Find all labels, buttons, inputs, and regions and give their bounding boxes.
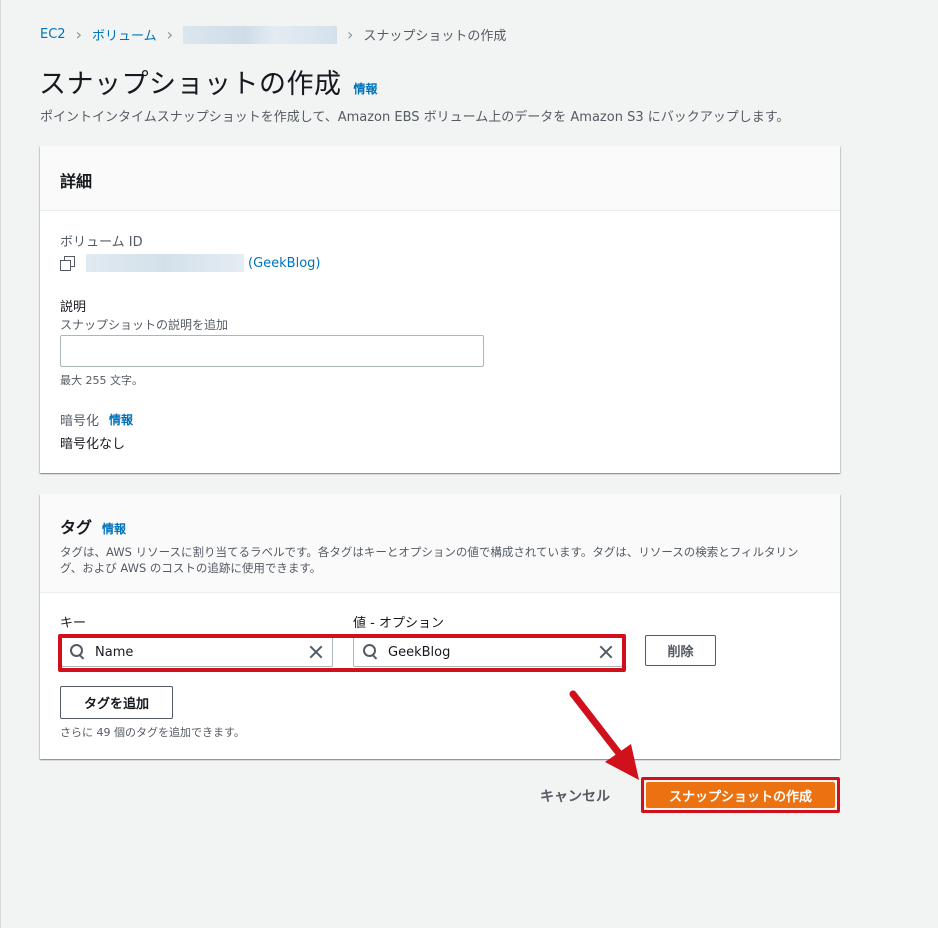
tags-title-row: タグ 情報 — [60, 514, 820, 538]
breadcrumb-ec2[interactable]: EC2 — [40, 27, 66, 42]
encryption-label: 暗号化 — [60, 414, 100, 429]
tags-panel-header: タグ 情報 タグは、AWS リソースに割り当てるラベルです。各タグはキーとオプシ… — [40, 494, 840, 593]
copy-icon[interactable] — [60, 256, 75, 271]
breadcrumb-volumes[interactable]: ボリューム — [92, 25, 157, 44]
volume-id-label: ボリューム ID — [60, 235, 143, 250]
add-tag-button[interactable]: タグを追加 — [60, 686, 173, 719]
page-header: スナップショットの作成 情報 — [39, 62, 378, 101]
create-button-highlight: スナップショットの作成 — [641, 777, 840, 813]
tags-description: タグは、AWS リソースに割り当てるラベルです。各タグはキーとオプションの値で構… — [60, 545, 799, 575]
chevron-right-icon: › — [166, 24, 173, 44]
tags-remaining-note: さらに 49 個のタグを追加できます。 — [60, 726, 245, 739]
breadcrumb: EC2 › ボリューム › › スナップショットの作成 — [40, 25, 506, 44]
volume-name-link[interactable]: (GeekBlog) — [248, 256, 320, 271]
description-label: 説明 — [60, 300, 87, 315]
details-panel: 詳細 ボリューム ID (GeekBlog) 説明 スナップショットの説明を追加… — [40, 146, 840, 473]
tags-title: タグ — [60, 518, 93, 537]
encryption-label-row: 暗号化 情報 — [60, 410, 133, 429]
tag-value-header: 値 - オプション — [353, 616, 444, 631]
details-panel-header: 詳細 — [40, 146, 840, 211]
tag-row-highlight — [58, 634, 626, 672]
annotation-arrow-icon — [569, 690, 639, 780]
encryption-info-link[interactable]: 情報 — [109, 411, 133, 428]
tags-info-link[interactable]: 情報 — [102, 520, 126, 537]
page-title: スナップショットの作成 — [39, 69, 342, 100]
encryption-value: 暗号化なし — [60, 437, 126, 452]
volume-id-redacted[interactable] — [86, 254, 244, 272]
tag-key-header: キー — [60, 616, 87, 631]
page-info-link[interactable]: 情報 — [354, 80, 378, 97]
description-limit: 最大 255 文字。 — [60, 374, 143, 387]
breadcrumb-current: スナップショットの作成 — [363, 29, 507, 44]
details-title: 詳細 — [60, 172, 93, 191]
tags-panel: タグ 情報 タグは、AWS リソースに割り当てるラベルです。各タグはキーとオプシ… — [40, 494, 840, 759]
volume-id-row: (GeekBlog) — [60, 254, 320, 272]
page-description: ポイントインタイムスナップショットを作成して、Amazon EBS ボリューム上… — [40, 110, 790, 125]
chevron-right-icon: › — [75, 24, 82, 44]
description-hint: スナップショットの説明を追加 — [60, 318, 229, 332]
chevron-right-icon: › — [347, 24, 354, 44]
delete-tag-button[interactable]: 削除 — [645, 635, 716, 666]
description-input[interactable] — [60, 335, 484, 367]
create-snapshot-button[interactable]: スナップショットの作成 — [646, 782, 835, 808]
cancel-button[interactable]: キャンセル — [540, 786, 610, 806]
breadcrumb-volume-redacted[interactable] — [183, 25, 337, 44]
